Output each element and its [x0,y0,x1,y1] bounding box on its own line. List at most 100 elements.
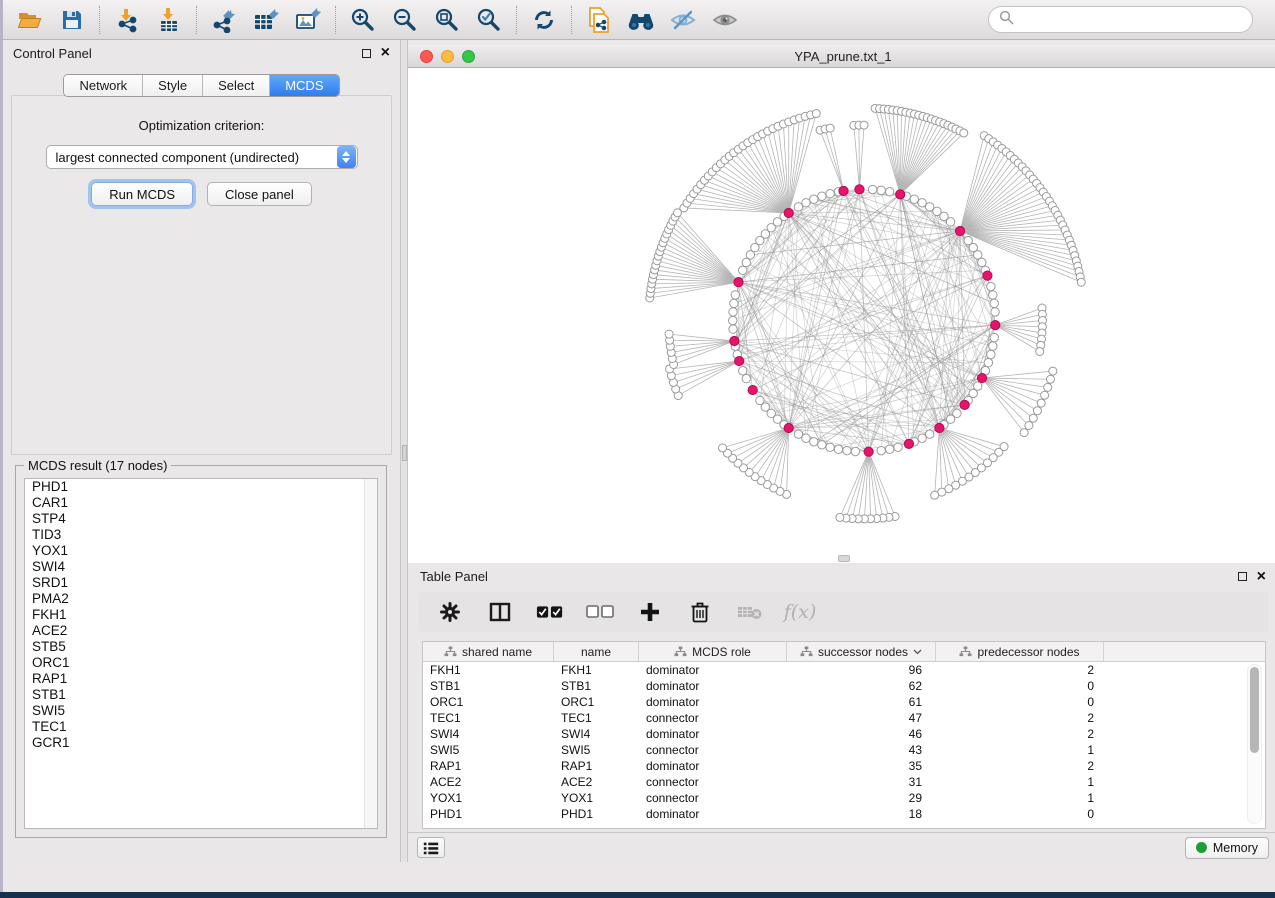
network-node[interactable] [729,316,737,324]
mcds-result-item[interactable]: RAP1 [25,671,377,687]
delete-table-button[interactable] [736,598,764,626]
mcds-result-item[interactable]: YOX1 [25,543,377,559]
network-canvas[interactable] [408,68,1275,563]
network-hub-node-SWI5[interactable] [935,423,944,432]
network-hub-node-SRD1[interactable] [960,400,969,409]
close-panel-button[interactable]: Close panel [207,182,312,206]
close-window-button[interactable] [420,50,433,63]
network-hub-node-ACE2[interactable] [991,320,1000,329]
network-leaf-node[interactable] [860,121,868,129]
export-table-button[interactable] [248,4,284,36]
network-leaf-node[interactable] [836,513,844,521]
network-leaf-node[interactable] [1037,399,1045,407]
network-node[interactable] [818,441,826,449]
network-leaf-node[interactable] [1077,278,1085,286]
network-node[interactable] [729,325,737,333]
network-hub-node-RAP1[interactable] [864,447,873,456]
float-panel-icon[interactable] [362,49,371,58]
network-node[interactable] [987,282,995,290]
network-node[interactable] [989,291,997,299]
network-node[interactable] [894,443,902,451]
network-node[interactable] [984,358,992,366]
table-row[interactable]: YOX1YOX1connector291 [423,790,1265,806]
network-leaf-node[interactable] [719,444,727,452]
create-column-button[interactable] [636,598,664,626]
network-node[interactable] [739,266,747,274]
network-leaf-node[interactable] [1049,367,1057,375]
zoom-in-button[interactable] [345,4,381,36]
network-node[interactable] [729,308,737,316]
criterion-select[interactable]: largest connected component (undirected) [46,145,358,169]
network-node[interactable] [918,199,926,207]
float-table-panel-icon[interactable] [1238,572,1247,581]
search-network-button[interactable] [623,4,659,36]
network-leaf-node[interactable] [812,110,820,118]
open-file-button[interactable] [12,4,48,36]
mcds-result-item[interactable]: CAR1 [25,495,377,511]
table-settings-button[interactable] [436,598,464,626]
network-node[interactable] [868,185,876,193]
splitter-grab-handle[interactable] [402,445,407,461]
table-row[interactable]: TEC1TEC1connector472 [423,710,1265,726]
network-hub-node-STP4[interactable] [839,186,848,195]
network-node[interactable] [742,258,750,266]
network-leaf-node[interactable] [665,330,673,338]
network-node[interactable] [877,446,885,454]
mcds-result-item[interactable]: SRD1 [25,575,377,591]
network-node[interactable] [990,333,998,341]
network-leaf-node[interactable] [1036,347,1044,355]
search-input[interactable] [1020,12,1242,27]
network-node[interactable] [826,190,834,198]
mcds-result-item[interactable]: STB1 [25,687,377,703]
network-node[interactable] [810,195,818,203]
network-node[interactable] [989,342,997,350]
tab-select[interactable]: Select [202,75,269,96]
close-table-panel-icon[interactable]: × [1257,572,1266,582]
network-leaf-node[interactable] [1029,414,1037,422]
mcds-result-item[interactable]: FKH1 [25,607,377,623]
table-row[interactable]: RAP1RAP1dominator352 [423,758,1265,774]
export-network-button[interactable] [206,4,242,36]
network-node[interactable] [910,195,918,203]
network-hub-node-PHD1[interactable] [735,356,744,365]
table-scrollbar[interactable] [1247,664,1262,824]
toggle-details-button[interactable] [707,4,743,36]
horizontal-splitter-handle[interactable] [838,555,850,562]
vertical-splitter[interactable] [400,40,408,862]
mcds-result-item[interactable]: STP4 [25,511,377,527]
network-leaf-node[interactable] [1041,391,1049,399]
tab-mcds[interactable]: MCDS [269,75,338,96]
network-hub-node-SWI4[interactable] [784,423,793,432]
network-node[interactable] [946,218,954,226]
network-hub-node-PMA2[interactable] [904,439,913,448]
mcds-result-item[interactable]: ACE2 [25,623,377,639]
network-node[interactable] [794,430,802,438]
show-hide-graphics-button[interactable] [665,4,701,36]
column-header-name[interactable]: name [554,642,639,661]
table-row[interactable]: SWI5SWI5connector431 [423,742,1265,758]
network-hub-node-GCR1[interactable] [748,385,757,394]
mcds-result-item[interactable]: STB5 [25,639,377,655]
tab-style[interactable]: Style [142,75,202,96]
run-mcds-button[interactable]: Run MCDS [91,182,193,206]
network-hub-node-ORC1[interactable] [896,190,905,199]
network-hub-node-STB1[interactable] [784,208,793,217]
network-node[interactable] [802,199,810,207]
table-row[interactable]: SWI4SWI4dominator462 [423,726,1265,742]
network-leaf-node[interactable] [826,124,834,132]
table-row[interactable]: ORC1ORC1dominator610 [423,694,1265,710]
network-hub-node-TID3[interactable] [855,185,864,194]
task-history-button[interactable] [417,837,445,858]
network-leaf-node[interactable] [1033,407,1041,415]
network-node[interactable] [991,308,999,316]
save-session-button[interactable] [54,4,90,36]
network-leaf-node[interactable] [960,129,968,137]
network-node[interactable] [826,443,834,451]
network-node[interactable] [794,203,802,211]
network-node[interactable] [739,367,747,375]
column-header-MCDS-role[interactable]: MCDS role [639,642,787,661]
mcds-result-item[interactable]: SWI4 [25,559,377,575]
network-node[interactable] [802,434,810,442]
import-network-button[interactable] [109,4,145,36]
network-node[interactable] [818,192,826,200]
